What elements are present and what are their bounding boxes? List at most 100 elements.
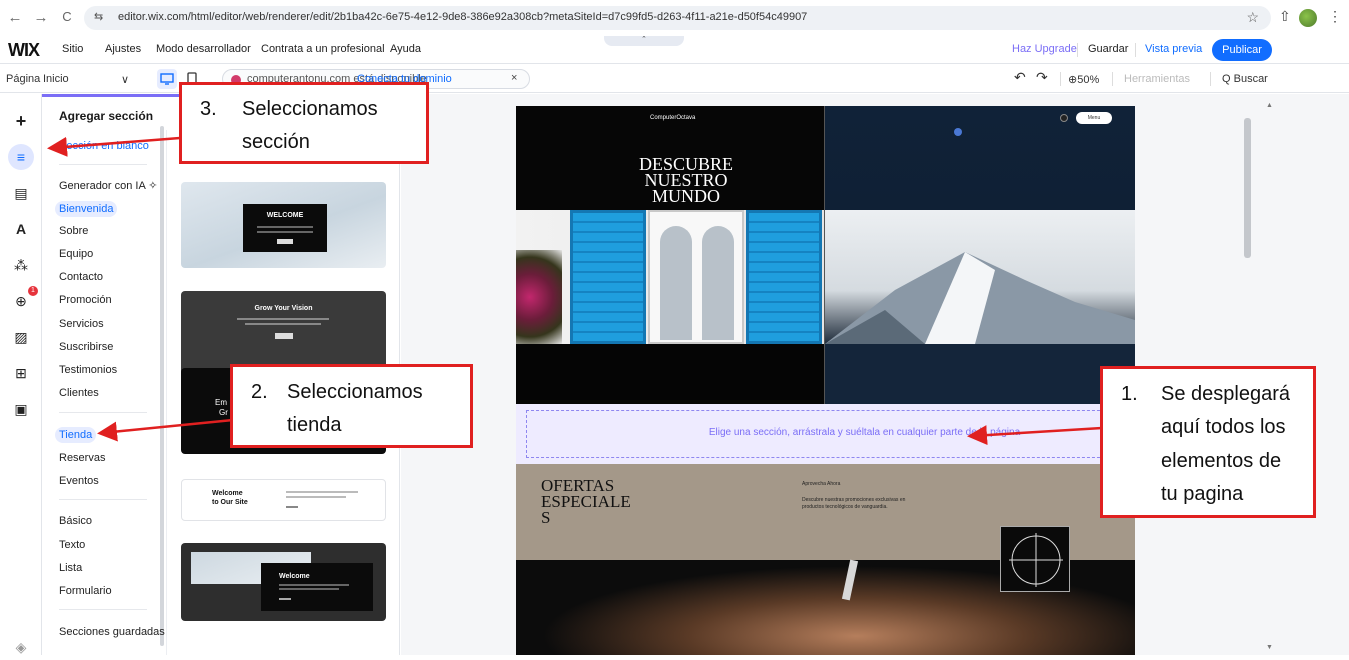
- category-promocion[interactable]: Promoción: [59, 294, 112, 306]
- flowers: [516, 250, 562, 344]
- category-lista[interactable]: Lista: [59, 562, 82, 574]
- site-page[interactable]: ComputerOctava Menu DESCUBRE NUESTRO MUN…: [516, 106, 1135, 655]
- bookmark-star-icon[interactable]: ☆: [1246, 9, 1259, 26]
- geometric-logo[interactable]: [1000, 526, 1070, 592]
- divider: [59, 412, 147, 413]
- url-text[interactable]: editor.wix.com/html/editor/web/renderer/…: [118, 11, 807, 23]
- page-label: Página: [6, 73, 41, 85]
- category-sobre[interactable]: Sobre: [59, 225, 88, 237]
- apps-icon[interactable]: ⁂: [8, 252, 34, 278]
- separator: [1060, 72, 1061, 86]
- tools-button[interactable]: Herramientas: [1124, 73, 1190, 85]
- right-shutter: [746, 210, 822, 344]
- annotation-number: 2.: [251, 381, 268, 403]
- preview-button[interactable]: Vista previa: [1145, 43, 1202, 55]
- category-servicios[interactable]: Servicios: [59, 318, 104, 330]
- annotation-step-3: 3. Seleccionamos sección: [179, 82, 429, 164]
- site-design-icon[interactable]: A: [8, 216, 34, 242]
- back-icon[interactable]: ←: [6, 9, 24, 26]
- window-image[interactable]: [516, 210, 824, 344]
- category-blank-section[interactable]: Sección en blanco: [59, 140, 149, 152]
- canvas-scrollbar[interactable]: [1244, 118, 1251, 258]
- thumbnail-card: WELCOME: [243, 204, 327, 252]
- page-select[interactable]: Inicio: [43, 73, 69, 85]
- thumbnail-title: Welcome: [279, 573, 310, 580]
- notification-badge: 1: [28, 286, 38, 296]
- category-clientes[interactable]: Clientes: [59, 387, 99, 399]
- add-elements-icon[interactable]: +: [8, 108, 34, 134]
- menu-contrata-profesional[interactable]: Contrata a un profesional: [261, 43, 385, 55]
- undo-icon[interactable]: ↶: [1014, 69, 1026, 86]
- scroll-down-icon[interactable]: ▼: [1266, 644, 1273, 651]
- profile-avatar[interactable]: [1299, 9, 1317, 27]
- pages-icon[interactable]: ▤: [8, 180, 34, 206]
- annotation-text: Se desplegará: [1161, 383, 1290, 405]
- category-reservas[interactable]: Reservas: [59, 452, 105, 464]
- close-icon[interactable]: ×: [511, 72, 517, 84]
- annotation-number: 1.: [1121, 383, 1138, 405]
- scroll-up-icon[interactable]: ▲: [1266, 102, 1273, 109]
- hero-bottom-right: [825, 344, 1135, 404]
- wix-logo[interactable]: WIX: [8, 40, 40, 61]
- reload-icon[interactable]: C: [58, 9, 76, 24]
- search-button[interactable]: Q Buscar: [1222, 73, 1268, 85]
- thumbnail-line: [286, 491, 358, 493]
- annotation-text: Seleccionamos: [242, 98, 378, 120]
- category-eventos[interactable]: Eventos: [59, 475, 99, 487]
- business-icon[interactable]: ▣: [8, 396, 34, 422]
- category-suscribirse[interactable]: Suscribirse: [59, 341, 113, 353]
- site-info-icon[interactable]: ⇆: [94, 10, 103, 23]
- category-texto[interactable]: Texto: [59, 539, 85, 551]
- site-menu-button[interactable]: Menu: [1076, 112, 1112, 124]
- separator: [1135, 43, 1136, 57]
- thumbnail-text: to Our Site: [212, 499, 248, 506]
- category-equipo[interactable]: Equipo: [59, 248, 93, 260]
- category-testimonios[interactable]: Testimonios: [59, 364, 117, 376]
- offers-heading: OFERTAS ESPECIALE S: [541, 477, 631, 526]
- cart-icon[interactable]: [1060, 114, 1068, 122]
- section-thumbnail-welcome[interactable]: WELCOME: [181, 182, 386, 268]
- annotation-step-1: 1. Se desplegará aquí todos los elemento…: [1100, 366, 1316, 518]
- pen-shape: [841, 559, 859, 601]
- menu-modo-desarrollador[interactable]: Modo desarrollador: [156, 43, 251, 55]
- layers-icon[interactable]: ◈: [8, 634, 34, 660]
- browser-menu-icon[interactable]: ⋮: [1328, 8, 1342, 25]
- section-thumbnail-welcome-site[interactable]: Welcome to Our Site: [181, 479, 386, 521]
- section-thumbnail-welcome-image[interactable]: Welcome: [181, 543, 386, 621]
- thumbnail-card: Welcome: [261, 563, 373, 611]
- menu-ayuda[interactable]: Ayuda: [390, 43, 421, 55]
- thumbnail-button: [277, 239, 293, 244]
- thumbnail-line: [245, 323, 321, 325]
- category-ai-generator[interactable]: Generador con IA ✧: [59, 179, 158, 192]
- desktop-view-button[interactable]: [157, 69, 177, 89]
- category-tienda[interactable]: Tienda: [55, 427, 97, 443]
- divider: [59, 499, 147, 500]
- zoom-control[interactable]: ⊕50%: [1068, 73, 1099, 86]
- upgrade-link[interactable]: Haz Upgrade: [1012, 43, 1077, 55]
- wix-top-bar: WIX Sitio Ajustes Modo desarrollador Con…: [0, 36, 1349, 64]
- divider: [59, 609, 147, 610]
- save-button[interactable]: Guardar: [1088, 43, 1128, 55]
- category-bienvenida[interactable]: Bienvenida: [55, 201, 118, 217]
- category-contacto[interactable]: Contacto: [59, 271, 103, 283]
- site-brand[interactable]: ComputerOctava: [650, 115, 695, 121]
- chevron-down-icon[interactable]: ∨: [121, 73, 129, 86]
- menu-sitio[interactable]: Sitio: [62, 43, 83, 55]
- cms-table-icon[interactable]: ⊞: [8, 360, 34, 386]
- forward-icon[interactable]: →: [32, 9, 50, 26]
- publish-button[interactable]: Publicar: [1212, 39, 1272, 61]
- category-formulario[interactable]: Formulario: [59, 585, 112, 597]
- mountain-image[interactable]: [825, 210, 1135, 344]
- drop-zone[interactable]: Elige una sección, arrástrala y suéltala…: [516, 404, 1135, 464]
- menu-ajustes[interactable]: Ajustes: [105, 43, 141, 55]
- panel-scrollbar[interactable]: [160, 126, 164, 646]
- redo-icon[interactable]: ↷: [1036, 69, 1048, 86]
- user-avatar-icon[interactable]: [954, 128, 962, 136]
- extensions-icon[interactable]: ⇧: [1279, 8, 1291, 25]
- media-icon[interactable]: ▨: [8, 324, 34, 350]
- category-basico[interactable]: Básico: [59, 515, 92, 527]
- category-saved-sections[interactable]: Secciones guardadas: [59, 626, 165, 638]
- address-bar[interactable]: ⇆ editor.wix.com/html/editor/web/rendere…: [84, 6, 1271, 30]
- sections-icon[interactable]: ≡: [8, 144, 34, 170]
- pull-down-tab[interactable]: ˆ: [604, 36, 684, 46]
